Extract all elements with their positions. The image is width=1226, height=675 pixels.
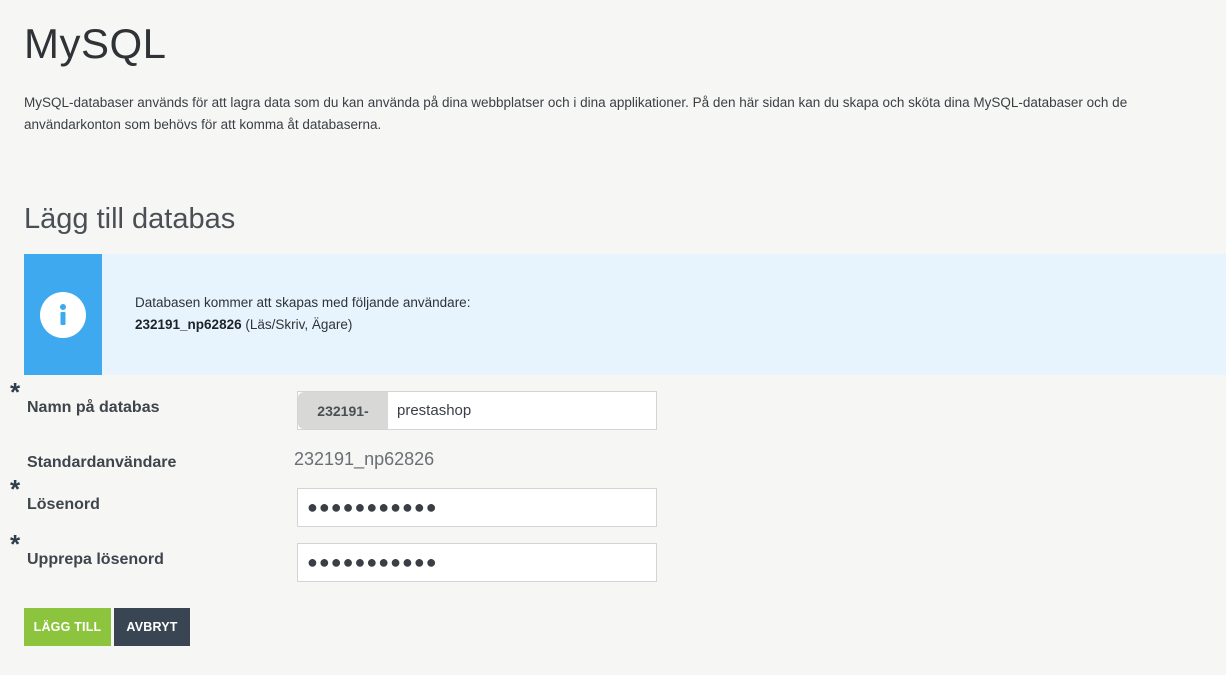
info-user: 232191_np62826 [135, 317, 242, 332]
add-button[interactable]: LÄGG TILL [24, 608, 111, 646]
repeat-password-label: Upprepa lösenord [27, 551, 164, 568]
info-text: Databasen kommer att skapas med följande… [102, 254, 470, 375]
repeat-password-input[interactable] [298, 544, 656, 581]
info-role: (Läs/Skriv, Ägare) [241, 317, 353, 332]
page: MySQL MySQL-databaser används för att la… [0, 0, 1226, 675]
default-user-label: Standardanvändare [27, 454, 177, 471]
section-title: Lägg till databas [24, 203, 236, 235]
password-input[interactable] [298, 489, 656, 526]
password-row: * Lösenord [0, 476, 700, 528]
required-marker: * [10, 377, 21, 407]
db-name-field: 232191- [297, 391, 657, 430]
db-name-row: * Namn på databas 232191- [0, 379, 700, 431]
required-marker: * [10, 474, 21, 504]
intro-line-2: användarkonton som behövs för att komma … [24, 117, 382, 132]
required-marker: * [10, 529, 21, 559]
db-name-label: Namn på databas [27, 399, 160, 416]
page-title: MySQL [24, 20, 167, 67]
intro-line-1: MySQL-databaser används för att lagra da… [24, 95, 1128, 110]
db-name-input[interactable] [388, 392, 656, 429]
info-strip [24, 254, 102, 375]
default-user-row: Standardanvändare 232191_np62826 [0, 446, 700, 486]
info-line-1: Databasen kommer att skapas med följande… [135, 295, 471, 310]
password-label: Lösenord [27, 496, 100, 513]
info-line-2: 232191_np62826 (Läs/Skriv, Ägare) [135, 314, 470, 336]
db-prefix: 232191- [298, 392, 388, 429]
repeat-password-row: * Upprepa lösenord [0, 531, 700, 583]
intro-text: MySQL-databaser används för att lagra da… [24, 92, 1194, 136]
repeat-password-field [297, 543, 657, 582]
password-field [297, 488, 657, 527]
info-icon [40, 291, 86, 338]
cancel-button[interactable]: AVBRYT [114, 608, 190, 646]
default-user-value: 232191_np62826 [294, 449, 435, 469]
info-box: Databasen kommer att skapas med följande… [24, 254, 1226, 375]
